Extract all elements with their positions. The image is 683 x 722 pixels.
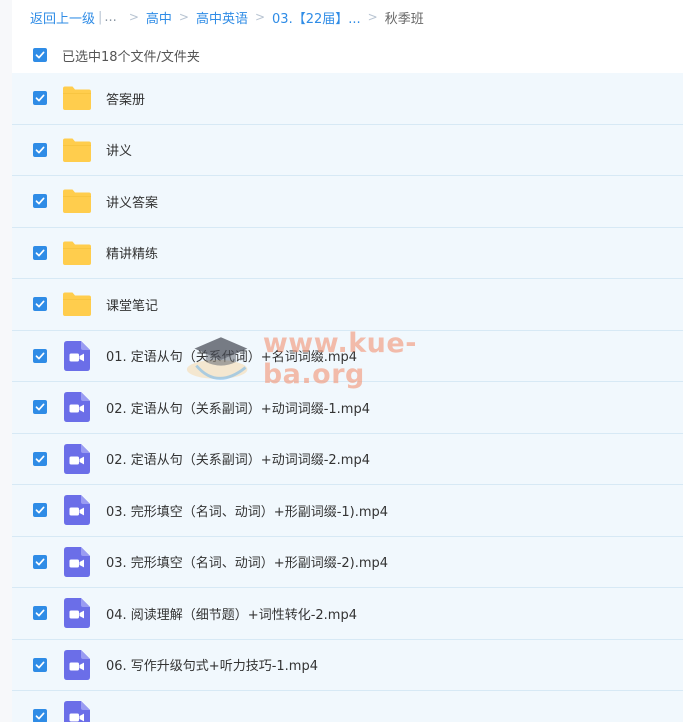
video-file-icon [62, 598, 92, 629]
check-icon [35, 661, 45, 669]
selection-bar: 已选中18个文件/文件夹 [12, 38, 683, 72]
file-name[interactable]: 06. 写作升级句式+听力技巧-1.mp4 [106, 655, 318, 674]
row-checkbox[interactable] [33, 400, 47, 415]
back-link[interactable]: 返回上一级 [30, 8, 95, 27]
file-name[interactable]: 01. 定语从句（关系代词）+名词词缀.mp4 [106, 346, 357, 365]
file-name[interactable]: 02. 定语从句（关系副词）+动词词缀-1.mp4 [106, 398, 370, 417]
folder-icon [62, 186, 92, 216]
breadcrumb-current: 秋季班 [384, 11, 424, 27]
row-checkbox[interactable] [33, 554, 47, 569]
video-file-icon [62, 701, 92, 722]
file-name[interactable]: 讲义 [106, 140, 132, 159]
file-name[interactable]: 讲义答案 [106, 192, 158, 211]
row-checkbox[interactable] [33, 709, 47, 722]
check-icon [35, 403, 45, 411]
row-checkbox[interactable] [33, 142, 47, 157]
check-icon [35, 352, 45, 360]
row-checkbox[interactable] [33, 348, 47, 363]
row-checkbox[interactable] [33, 503, 47, 518]
folder-icon [62, 289, 92, 319]
check-icon [35, 94, 45, 102]
check-icon [35, 146, 45, 154]
folder-row[interactable]: 答案册 [12, 73, 683, 125]
check-icon [35, 609, 45, 617]
chevron-right-icon: > [254, 10, 266, 24]
video-file-icon [62, 392, 92, 423]
file-row[interactable]: 02. 定语从句（关系副词）+动词词缀-2.mp4 [12, 433, 683, 485]
breadcrumb-item[interactable]: 高中英语 [196, 8, 248, 27]
folder-icon [62, 135, 92, 165]
check-icon [35, 506, 45, 514]
breadcrumb-ellipsis[interactable]: ... [104, 10, 116, 25]
breadcrumb-item[interactable]: 高中 [146, 8, 172, 27]
file-row[interactable]: 01. 定语从句（关系代词）+名词词缀.mp4 [12, 330, 683, 382]
folder-row[interactable]: 讲义 [12, 124, 683, 176]
file-row[interactable]: 06. 写作升级句式+听力技巧-1.mp4 [12, 639, 683, 691]
file-name[interactable]: 02. 定语从句（关系副词）+动词词缀-2.mp4 [106, 449, 370, 468]
chevron-right-icon: > [128, 10, 139, 24]
check-icon [35, 558, 45, 566]
file-browser: 返回上一级 | ... > 高中 > 高中英语 > 03.【22届】... > … [0, 0, 683, 722]
video-file-icon [62, 649, 92, 680]
check-icon [35, 197, 45, 205]
file-row[interactable]: 02. 定语从句（关系副词）+动词词缀-1.mp4 [12, 382, 683, 434]
row-checkbox[interactable] [33, 194, 47, 209]
check-icon [35, 455, 45, 463]
folder-icon [62, 238, 92, 268]
file-row[interactable]: 04. 阅读理解（细节题）+词性转化-2.mp4 [12, 588, 683, 640]
video-file-icon [62, 546, 92, 577]
file-name[interactable]: 03. 完形填空（名词、动词）+形副词缀-2).mp4 [106, 552, 388, 571]
check-icon [35, 249, 45, 257]
file-row[interactable] [12, 691, 683, 722]
folder-icon [62, 83, 92, 113]
file-name[interactable]: 课堂笔记 [106, 295, 158, 314]
breadcrumb-divider: | [98, 9, 103, 25]
check-icon [35, 712, 45, 720]
file-list: 答案册讲义讲义答案精讲精练课堂笔记 01. 定语从句（关系代词）+名词词缀.mp4… [12, 73, 683, 722]
file-name[interactable]: 04. 阅读理解（细节题）+词性转化-2.mp4 [106, 604, 357, 623]
select-all-checkbox[interactable] [33, 48, 47, 62]
file-row[interactable]: 03. 完形填空（名词、动词）+形副词缀-1).mp4 [12, 485, 683, 537]
row-checkbox[interactable] [33, 245, 47, 260]
breadcrumb-item[interactable]: 03.【22届】... [272, 8, 361, 27]
row-checkbox[interactable] [33, 657, 47, 672]
file-name[interactable]: 03. 完形填空（名词、动词）+形副词缀-1).mp4 [106, 501, 388, 520]
video-file-icon [62, 495, 92, 526]
left-gutter [0, 0, 12, 722]
folder-row[interactable]: 讲义答案 [12, 176, 683, 228]
row-checkbox[interactable] [33, 91, 47, 106]
selection-count: 已选中18个文件/文件夹 [62, 49, 200, 65]
chevron-right-icon: > [178, 10, 189, 24]
breadcrumb: 返回上一级 | ... > 高中 > 高中英语 > 03.【22届】... > … [30, 7, 424, 27]
file-name[interactable]: 精讲精练 [106, 243, 158, 262]
file-row[interactable]: 03. 完形填空（名词、动词）+形副词缀-2).mp4 [12, 536, 683, 588]
video-file-icon [62, 443, 92, 474]
row-checkbox[interactable] [33, 451, 47, 466]
video-file-icon [62, 340, 92, 371]
check-icon [35, 300, 45, 308]
chevron-right-icon: > [367, 10, 378, 24]
row-checkbox[interactable] [33, 606, 47, 621]
folder-row[interactable]: 精讲精练 [12, 227, 683, 279]
file-name[interactable]: 答案册 [106, 89, 145, 108]
check-icon [35, 51, 45, 59]
folder-row[interactable]: 课堂笔记 [12, 279, 683, 331]
row-checkbox[interactable] [33, 297, 47, 312]
